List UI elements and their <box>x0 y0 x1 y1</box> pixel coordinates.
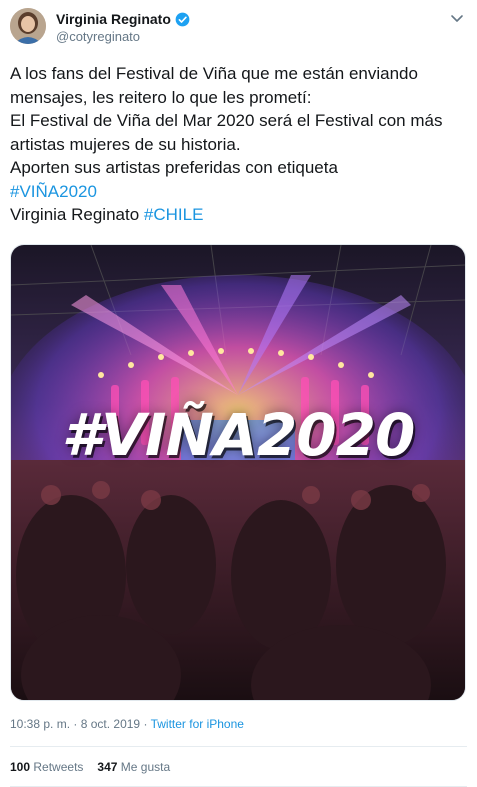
meta-separator: · <box>70 717 81 731</box>
tweet-time[interactable]: 10:38 p. m. <box>10 717 70 731</box>
likes-label: Me gusta <box>120 760 171 774</box>
retweets-stat[interactable]: 100 Retweets <box>10 760 83 774</box>
tweet-line: A los fans del Festival de Viña que me e… <box>10 64 418 107</box>
chevron-down-icon[interactable] <box>449 10 465 26</box>
tweet-media-image[interactable]: #VIÑA2020 <box>10 244 466 701</box>
tweet-header: Virginia Reginato @cotyreginato <box>10 8 465 52</box>
hashtag-link-chile[interactable]: #CHILE <box>144 205 204 224</box>
signature: Virginia Reginato <box>10 205 140 224</box>
divider <box>10 746 467 747</box>
tweet-card: Virginia Reginato @cotyreginato A los fa… <box>0 0 477 787</box>
tweet-date[interactable]: 8 oct. 2019 <box>81 717 140 731</box>
tweet-stats: 100 Retweets 347 Me gusta <box>10 760 170 774</box>
verified-badge-icon <box>175 12 190 26</box>
hashtag-link-vina2020[interactable]: #VIÑA2020 <box>10 182 97 201</box>
display-name-row[interactable]: Virginia Reginato <box>56 11 190 27</box>
meta-separator: · <box>140 717 151 731</box>
likes-count: 347 <box>97 760 118 774</box>
tweet-line: El Festival de Viña del Mar 2020 será el… <box>10 111 443 154</box>
likes-stat[interactable]: 347 Me gusta <box>97 760 170 774</box>
tweet-text: A los fans del Festival de Viña que me e… <box>10 62 470 227</box>
tweet-line: Aporten sus artistas preferidas con etiq… <box>10 158 338 177</box>
avatar[interactable] <box>10 8 46 44</box>
media-overlay-hashtag: #VIÑA2020 <box>61 401 416 469</box>
tweet-metadata: 10:38 p. m. · 8 oct. 2019 · Twitter for … <box>10 717 244 731</box>
user-names: Virginia Reginato @cotyreginato <box>56 11 190 44</box>
display-name[interactable]: Virginia Reginato <box>56 11 171 27</box>
retweets-label: Retweets <box>33 760 84 774</box>
tweet-source-link[interactable]: Twitter for iPhone <box>151 717 244 731</box>
retweets-count: 100 <box>10 760 31 774</box>
user-handle[interactable]: @cotyreginato <box>56 29 190 44</box>
